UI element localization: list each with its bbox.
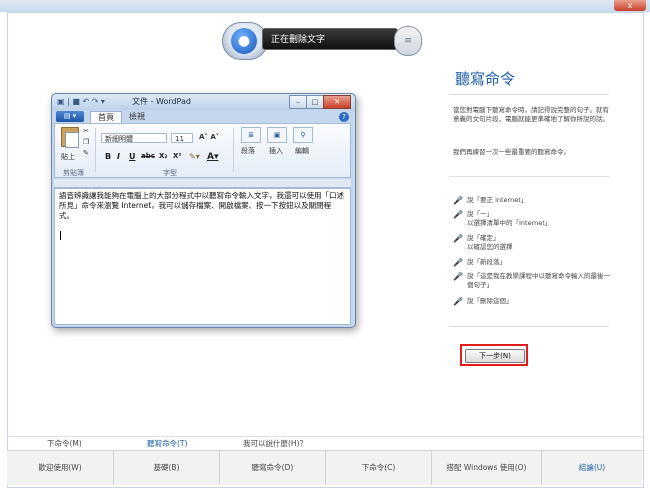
divider: [449, 176, 609, 177]
paragraph-icon[interactable]: ≣: [241, 127, 261, 143]
link-commanding[interactable]: 下命令(M): [47, 437, 82, 451]
insert-button[interactable]: 插入: [269, 146, 283, 156]
text-caret: [60, 231, 61, 240]
group-clipboard-label: 剪貼簿: [63, 169, 84, 177]
divider: [233, 128, 234, 172]
insert-icon[interactable]: ▣: [267, 127, 287, 143]
wordpad-titlebar: ▣ | ■ ↶ ↷ ▾ 文件 - WordPad – □ ✕: [52, 94, 355, 110]
ribbon: 貼上 ✂ ❐ ✎ 剪貼簿 新細明體 11 A˄ A˅ B I U abc X₂ …: [54, 123, 351, 178]
bottom-links: 下命令(M) 聽寫命令(T) 我可以說什麼(H)？: [7, 436, 642, 451]
font-color-icon[interactable]: A▾: [207, 152, 218, 162]
microphone-icon: 🎤: [453, 297, 463, 306]
paint-icon[interactable]: ✎: [83, 149, 89, 157]
microphone-glyph: ●: [237, 33, 251, 49]
tab-home[interactable]: 首頁: [90, 111, 122, 123]
paragraph-button[interactable]: 段落: [241, 146, 255, 156]
next-button-highlight: 下一步(N): [460, 344, 528, 366]
italic-icon[interactable]: I: [117, 152, 120, 161]
nav-dictation[interactable]: 聽寫命令(D): [220, 451, 326, 485]
microphone-icon: 🎤: [453, 234, 463, 243]
file-menu-button[interactable]: ▤ ▾: [56, 111, 84, 122]
edit-button[interactable]: 編輯: [295, 146, 309, 156]
microphone-icon: 🎤: [453, 272, 463, 281]
wordpad-title: 文件 - WordPad: [132, 97, 191, 106]
microphone-icon: 🎤: [453, 258, 463, 267]
divider: [449, 94, 609, 95]
superscript-icon[interactable]: X²: [173, 152, 181, 160]
nav-welcome[interactable]: 歡迎使用(W): [7, 451, 114, 485]
ribbon-tabs: ▤ ▾ 首頁 檢視 ?: [54, 111, 351, 123]
cut-icon[interactable]: ✂: [83, 127, 89, 135]
bottom-navigation: 歡迎使用(W) 基礎(B) 聽寫命令(D) 下命令(C) 搭配 Windows …: [7, 450, 642, 485]
link-dictation[interactable]: 聽寫命令(T): [147, 437, 187, 451]
maximize-icon[interactable]: □: [306, 95, 324, 109]
nav-conclusion[interactable]: 結論(U): [542, 451, 642, 485]
ruler: [54, 179, 351, 188]
group-font-label: 字型: [163, 169, 177, 177]
bold-icon[interactable]: B: [105, 152, 111, 161]
help-icon[interactable]: ?: [339, 112, 349, 122]
document-area[interactable]: 語音辨識讓我能夠在電腦上的大部分程式中以聽寫命令輸入文字，我還可以使用「口述所見…: [54, 188, 351, 325]
panel-title: 聽寫命令: [455, 70, 516, 88]
close-icon[interactable]: ✕: [323, 95, 351, 109]
paste-icon[interactable]: [59, 127, 79, 151]
microphone-icon: 🎤: [453, 210, 463, 219]
speech-options-button[interactable]: ≡: [394, 26, 422, 56]
wordpad-caption-buttons: – □ ✕: [289, 95, 351, 109]
paste-label[interactable]: 貼上: [61, 152, 75, 162]
window-titlebar: x: [0, 0, 650, 12]
panel-description-2: 我們再練習一次一些最重要的聽寫命令。: [453, 148, 570, 156]
speech-recognition-bar: ● 正在刪除文字 ≡: [222, 22, 428, 60]
underline-icon[interactable]: U: [129, 152, 136, 161]
find-icon[interactable]: ⚲: [293, 127, 313, 143]
link-what-can-i-say[interactable]: 我可以說什麼(H)？: [243, 437, 307, 451]
minimize-icon[interactable]: –: [289, 95, 307, 109]
subscript-icon[interactable]: X₂: [159, 152, 167, 160]
speech-status-text: 正在刪除文字: [262, 28, 398, 50]
wordpad-window: ▣ | ■ ↶ ↷ ▾ 文件 - WordPad – □ ✕ ▤ ▾ 首頁 檢視 ?…: [51, 93, 356, 328]
tab-view[interactable]: 檢視: [122, 111, 152, 122]
grow-font-icon[interactable]: A˄ A˅: [199, 133, 219, 141]
strikethrough-icon[interactable]: abc: [141, 152, 155, 160]
font-size-dropdown[interactable]: 11: [171, 133, 193, 143]
nav-basics[interactable]: 基礎(B): [114, 451, 220, 485]
options-icon: ≡: [404, 36, 412, 46]
font-name-dropdown[interactable]: 新細明體: [101, 133, 167, 143]
nav-windows[interactable]: 搭配 Windows 使用(O): [432, 451, 542, 485]
divider: [449, 326, 609, 327]
panel-description: 當您對電腦下聽寫命令時，請記得說完整的句子。就有意義的文句片段，電腦就能更準確地…: [453, 106, 609, 123]
highlight-icon[interactable]: ✎▾: [189, 152, 200, 161]
divider: [95, 128, 96, 172]
document-text: 語音辨識讓我能夠在電腦上的大部分程式中以聽寫命令輸入文字，我還可以使用「口述所見…: [59, 191, 344, 220]
copy-icon[interactable]: ❐: [83, 138, 89, 146]
microphone-icon: 🎤: [453, 196, 463, 205]
nav-commanding[interactable]: 下命令(C): [326, 451, 432, 485]
quick-access-toolbar[interactable]: ▣ | ■ ↶ ↷ ▾: [57, 97, 105, 107]
next-button[interactable]: 下一步(N): [465, 349, 525, 363]
window-close-button[interactable]: x: [614, 0, 646, 11]
